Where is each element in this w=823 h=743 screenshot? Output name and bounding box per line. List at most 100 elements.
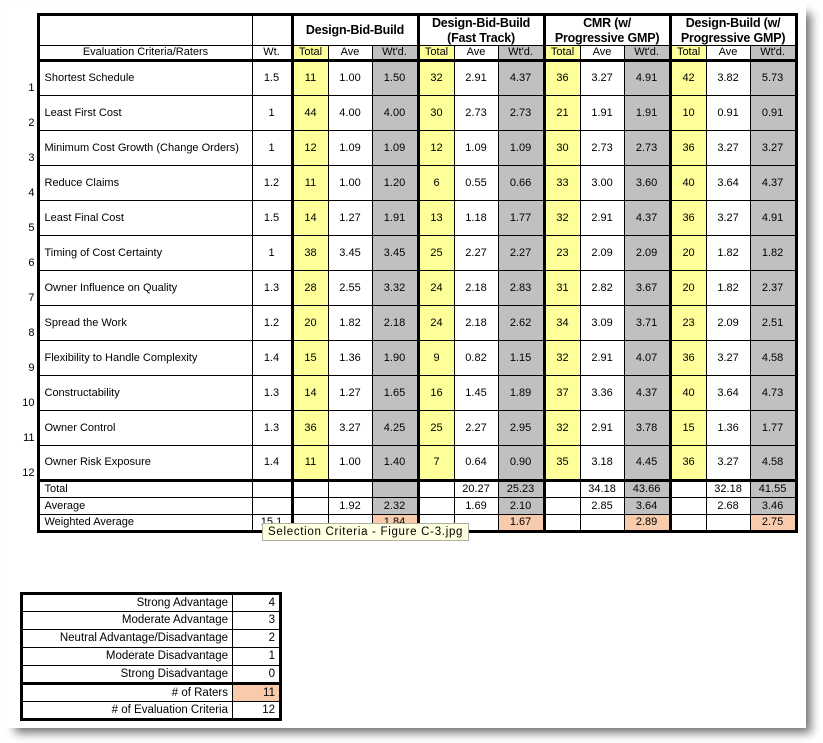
score-cell: 2.91 [579, 409, 625, 446]
score-cell: 32 [416, 58, 455, 96]
score-cell: 2.83 [497, 269, 545, 306]
score-cell: 20 [668, 269, 707, 306]
row-number: 11 [23, 431, 35, 444]
score-cell: 21 [542, 94, 581, 131]
evaluation-matrix-container: Design-Bid-Build Design-Bid-Build (Fast T… [20, 12, 798, 533]
score-cell: 0.91 [705, 94, 751, 131]
scoring-legend-table: Strong Advantage 4 Moderate Advantage 3 Neut… [20, 592, 282, 721]
score-cell: 30 [416, 94, 455, 131]
score-cell: 2.37 [749, 269, 798, 306]
score-cell: 4.07 [623, 339, 671, 376]
legend-label: Neutral Advantage/Disadvantage [20, 629, 233, 648]
score-cell: 1.15 [497, 339, 545, 376]
score-cell: 34 [542, 304, 581, 341]
table-row: 9 Flexibility to Handle Complexity 1.4 15 1.… [20, 339, 798, 376]
score-cell: 2.18 [453, 269, 499, 306]
score-cell: 1.40 [371, 444, 419, 481]
criteria-weight: 1.3 [251, 409, 293, 446]
evaluation-matrix-table: Design-Bid-Build Design-Bid-Build (Fast T… [20, 12, 798, 533]
summary-cell: 3.64 [623, 496, 671, 515]
score-cell: 44 [290, 94, 329, 131]
criteria-weight: 1.4 [251, 444, 293, 481]
score-cell: 31 [542, 269, 581, 306]
score-cell: 4.37 [749, 164, 798, 201]
score-cell: 0.55 [453, 164, 499, 201]
score-cell: 3.71 [623, 304, 671, 341]
score-cell: 36 [290, 409, 329, 446]
score-cell: 3.27 [705, 129, 751, 166]
legend-row: # of Evaluation Criteria 12 [20, 701, 282, 721]
score-cell: 4.37 [623, 199, 671, 236]
summary-label: Total [36, 478, 253, 498]
score-cell: 5.73 [749, 58, 798, 96]
spreadsheet-canvas: Design-Bid-Build Design-Bid-Build (Fast T… [6, 4, 806, 728]
score-cell: 3.27 [705, 444, 751, 481]
legend-label: Strong Disadvantage [20, 665, 233, 684]
summary-cell: 2.89 [623, 513, 671, 533]
score-cell: 3.45 [371, 234, 419, 271]
criteria-label: Reduce Claims [36, 164, 253, 201]
criteria-weight: 1 [251, 129, 293, 166]
score-cell: 3.27 [749, 129, 798, 166]
summary-cell [416, 478, 455, 498]
score-cell: 0.66 [497, 164, 545, 201]
summary-cell [542, 513, 581, 533]
criteria-column-header: Evaluation Criteria/Raters [36, 45, 253, 61]
weight-corner-header [251, 12, 293, 47]
summary-cell: 20.27 [453, 478, 499, 498]
score-cell: 36 [542, 58, 581, 96]
score-cell: 33 [542, 164, 581, 201]
score-cell: 24 [416, 304, 455, 341]
score-cell: 1.50 [371, 58, 419, 96]
score-cell: 1.82 [327, 304, 373, 341]
score-cell: 3.27 [327, 409, 373, 446]
score-cell: 3.27 [705, 339, 751, 376]
group-header-label: CMR (w/ Progressive GMP) [554, 16, 660, 45]
score-cell: 1.00 [327, 58, 373, 96]
image-sheet: Design-Bid-Build Design-Bid-Build (Fast T… [6, 4, 806, 728]
score-cell: 3.64 [705, 374, 751, 411]
legend-row: # of Raters 11 [20, 682, 282, 702]
score-cell: 3.64 [705, 164, 751, 201]
weight-column-header: Wt. [251, 45, 293, 61]
summary-cell [290, 496, 329, 515]
table-row: 11 Owner Control 1.3 36 3.27 4.25 25 2.27 2.95 32… [20, 409, 798, 446]
table-row: 8 Spread the Work 1.2 20 1.82 2.18 24 2.18 2.62 3… [20, 304, 798, 341]
score-cell: 24 [416, 269, 455, 306]
summary-cell [668, 513, 707, 533]
score-cell: 15 [290, 339, 329, 376]
legend-label: Strong Advantage [20, 592, 233, 612]
criteria-weight: 1.3 [251, 269, 293, 306]
criteria-weight: 1.4 [251, 339, 293, 376]
score-cell: 2.95 [497, 409, 545, 446]
legend-value: 11 [232, 682, 282, 702]
scoring-legend-container: Strong Advantage 4 Moderate Advantage 3 Neut… [20, 592, 282, 721]
score-cell: 2.62 [497, 304, 545, 341]
score-cell: 2.91 [579, 339, 625, 376]
summary-cell [705, 513, 751, 533]
score-cell: 1.27 [327, 199, 373, 236]
summary-cell [579, 513, 625, 533]
row-number: 3 [28, 151, 35, 164]
group-header-label: Design-Build (w/ Progressive GMP) [680, 16, 786, 45]
summary-cell: 1.92 [327, 496, 373, 515]
score-cell: 40 [668, 164, 707, 201]
criteria-weight: 1.3 [251, 374, 293, 411]
criteria-weight: 1.2 [251, 164, 293, 201]
score-cell: 4.91 [623, 58, 671, 96]
score-cell: 36 [668, 444, 707, 481]
subheader-3-0: Total [668, 45, 707, 61]
score-cell: 4.00 [371, 94, 419, 131]
summary-label: Average [36, 496, 253, 515]
legend-row: Neutral Advantage/Disadvantage 2 [20, 629, 282, 648]
criteria-label: Owner Influence on Quality [36, 269, 253, 306]
score-cell: 42 [668, 58, 707, 96]
score-cell: 2.27 [453, 234, 499, 271]
summary-cell [290, 478, 329, 498]
score-cell: 10 [668, 94, 707, 131]
group-header-3: Design-Build (w/ Progressive GMP) [668, 12, 798, 47]
score-cell: 35 [542, 444, 581, 481]
subheader-0-1: Ave [327, 45, 373, 61]
score-cell: 25 [416, 234, 455, 271]
score-cell: 4.25 [371, 409, 419, 446]
